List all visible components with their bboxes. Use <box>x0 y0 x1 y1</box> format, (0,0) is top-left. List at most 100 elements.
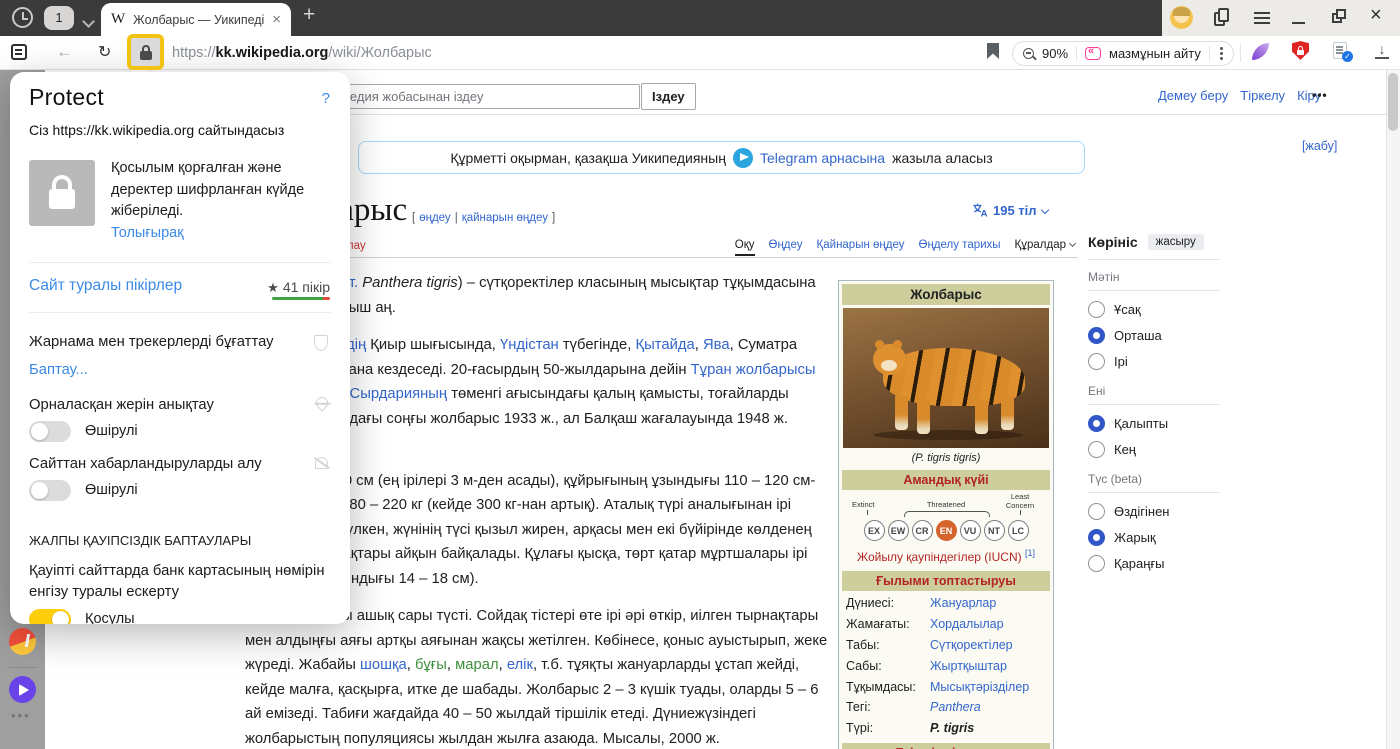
radio-icon[interactable] <box>1088 300 1105 318</box>
view-tab[interactable]: Өңдеу <box>769 239 803 251</box>
view-tab[interactable]: Қайнарын өңдеу <box>817 239 905 251</box>
appearance-option[interactable]: Ірі <box>1088 348 1220 374</box>
protect-help-link[interactable]: ? <box>322 90 330 107</box>
taxonomy-value[interactable]: Panthera <box>930 700 981 714</box>
scrollbar-thumb[interactable] <box>1388 73 1398 131</box>
taxonomy-value[interactable]: Хордалылар <box>930 617 1004 631</box>
more-options-icon[interactable] <box>1219 47 1223 60</box>
new-tab-button[interactable]: + <box>303 3 315 27</box>
notifications-state: Өшірулі <box>85 482 138 498</box>
ellipsis-menu-icon[interactable]: ••• <box>1312 88 1328 102</box>
telegram-link[interactable]: Telegram арнасына <box>760 150 885 166</box>
geolocation-toggle[interactable] <box>29 421 71 442</box>
status-link[interactable]: Жойылу қаупіндегілер (IUCN) [1] <box>842 543 1050 568</box>
side-panel-toggle-icon[interactable] <box>11 44 27 60</box>
reload-button[interactable]: ↻ <box>98 42 111 61</box>
zoom-level[interactable]: 90% <box>1042 46 1068 61</box>
article-link[interactable]: Ява <box>703 337 730 353</box>
language-selector[interactable]: A 195 тіл <box>972 202 1049 219</box>
view-tab[interactable]: Өңделу тарихы <box>919 239 1001 251</box>
view-tab[interactable]: Құралдар <box>1015 239 1077 251</box>
article-link[interactable]: марал <box>455 657 499 673</box>
search-button[interactable]: Іздеу <box>641 83 696 110</box>
appearance-option[interactable]: Өздігінен <box>1088 498 1220 524</box>
back-button[interactable]: ← <box>56 42 73 62</box>
taxonomy-value[interactable]: Жыртқыштар <box>930 659 1007 673</box>
top-link-0[interactable]: Демеу беру <box>1158 88 1228 103</box>
reviews-count: 41 пікір <box>282 279 330 295</box>
adblock-settings-link[interactable]: Баптау... <box>29 362 88 378</box>
reviews-rating[interactable]: ★ 41 пікір <box>267 279 330 296</box>
site-reviews-link[interactable]: Сайт туралы пікірлер <box>29 277 182 295</box>
window-maximize-button[interactable] <box>1332 9 1346 23</box>
iucn-group-threatened: Threatened <box>926 500 966 509</box>
edit-source-link[interactable]: қайнарын өңдеу <box>462 212 548 224</box>
notifications-toggle[interactable] <box>29 480 71 501</box>
appearance-option[interactable]: Кең <box>1088 436 1220 462</box>
download-icon[interactable]: ↓ <box>1375 41 1389 59</box>
appearance-option[interactable]: Қараңғы <box>1088 550 1220 576</box>
banner-close-link[interactable]: [жабу] <box>1302 139 1337 153</box>
more-details-link[interactable]: Толығырақ <box>111 225 184 241</box>
svg-text:A: A <box>981 209 988 219</box>
appearance-group-label: Мәтін <box>1088 260 1220 291</box>
site-lock-button-highlighted[interactable] <box>127 34 164 70</box>
window-minimize-button[interactable] <box>1292 22 1305 24</box>
menu-icon[interactable] <box>1254 12 1270 14</box>
sidebar-more-icon[interactable]: ••• <box>11 708 31 723</box>
appearance-option[interactable]: Жарық <box>1088 524 1220 550</box>
tab-counter-button[interactable]: 1 <box>44 6 74 30</box>
radio-icon[interactable] <box>1088 352 1105 370</box>
article-link[interactable]: Қытайда <box>636 337 695 353</box>
page-scrollbar[interactable] <box>1386 70 1400 749</box>
active-tab[interactable]: W Жолбарыс — Уикипеді × <box>101 3 291 36</box>
view-tab[interactable]: Оқу <box>734 239 755 256</box>
tiger-photo[interactable] <box>843 308 1049 448</box>
iucn-status-VU: VU <box>959 520 981 541</box>
tab-counter-chevron[interactable] <box>82 13 95 31</box>
protect-title: Protect <box>29 84 104 110</box>
radio-icon[interactable] <box>1088 440 1105 458</box>
taxonomy-value[interactable]: Жануарлар <box>930 596 996 610</box>
reference-link[interactable]: [1] <box>1025 548 1035 558</box>
taxonomy-value[interactable]: Сүтқоректілер <box>930 638 1013 652</box>
radio-icon[interactable] <box>1088 502 1105 520</box>
search-input[interactable]: Уикипедия жобасынан іздеу <box>306 84 640 109</box>
edit-link[interactable]: өңдеу <box>419 212 450 224</box>
appearance-option[interactable]: Орташа <box>1088 322 1220 348</box>
geolocation-label: Орналасқан жерін анықтау <box>29 397 214 413</box>
address-bar[interactable]: https://kk.wikipedia.org/wiki/Жолбарыс <box>172 45 432 61</box>
taxonomy-label: Сабы: <box>846 658 882 673</box>
tab-close-icon[interactable]: × <box>272 11 281 28</box>
article-link[interactable]: Үндістан <box>500 337 559 353</box>
lock-icon <box>49 174 75 209</box>
radio-selected-icon[interactable] <box>1088 414 1105 432</box>
top-link-1[interactable]: Тіркелу <box>1240 88 1285 103</box>
bankcard-toggle[interactable] <box>29 609 71 624</box>
article-link[interactable]: шошқа <box>360 657 407 673</box>
read-aloud-button[interactable]: мазмұнын айту <box>1109 46 1201 61</box>
secure-lock-tile <box>29 160 95 226</box>
appearance-option[interactable]: Ұсақ <box>1088 296 1220 322</box>
article-link[interactable]: Сырдарияның <box>350 386 448 402</box>
appearance-hide-button[interactable]: жасыру <box>1147 234 1204 250</box>
article-link[interactable]: Тұран жолбарысы <box>691 362 816 378</box>
alice-assistant-icon[interactable] <box>9 676 36 703</box>
radio-icon[interactable] <box>1088 554 1105 572</box>
collections-icon[interactable] <box>1214 8 1229 26</box>
yandex-app-icon[interactable] <box>9 628 36 655</box>
wiki-user-menu[interactable]: ••• <box>1312 88 1328 102</box>
zoom-out-icon[interactable] <box>1023 48 1034 59</box>
appearance-option[interactable]: Қалыпты <box>1088 410 1220 436</box>
history-clock-icon[interactable] <box>12 7 33 28</box>
taxonomy-value[interactable]: Мысықтәрізділер <box>930 680 1029 694</box>
text-segment: Қиыр шығысында, <box>366 337 500 353</box>
profile-avatar[interactable] <box>1170 6 1193 29</box>
article-link[interactable]: елік <box>507 657 533 673</box>
window-close-button[interactable]: × <box>1370 4 1382 27</box>
chevron-down-icon <box>1068 239 1077 248</box>
radio-selected-icon[interactable] <box>1088 528 1105 546</box>
article-link[interactable]: бұғы <box>415 657 447 673</box>
status-link-text[interactable]: Жойылу қаупіндегілер (IUCN) <box>857 550 1022 564</box>
radio-selected-icon[interactable] <box>1088 326 1105 344</box>
